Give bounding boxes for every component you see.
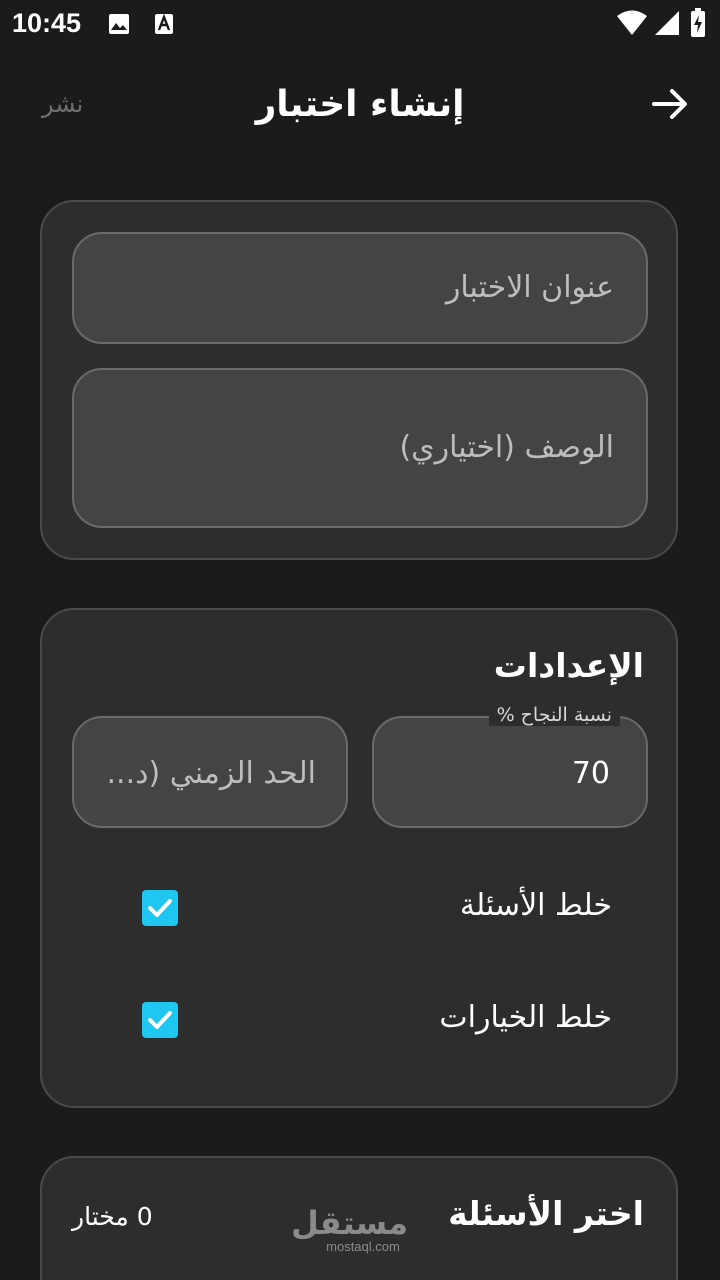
quiz-description-placeholder: الوصف (اختياري) (399, 430, 614, 465)
page-title: إنشاء اختبار (255, 84, 465, 125)
pass-rate-input[interactable]: نسبة النجاح % 70 (372, 704, 648, 828)
quiz-details-card: عنوان الاختبار الوصف (اختياري) (40, 200, 678, 560)
screen: 10:45 إنشاء اختبار نشر عنوان الاختبار ال… (0, 0, 720, 1280)
settings-title: الإعدادات (493, 646, 644, 685)
questions-card: اختر الأسئلة 0 مختار مستقل mostaql.com (40, 1156, 678, 1280)
status-bar: 10:45 (0, 0, 720, 50)
battery-charging-icon (690, 8, 706, 42)
pass-rate-value: 70 (571, 756, 610, 791)
shuffle-options-checkbox[interactable] (142, 1002, 178, 1038)
shuffle-options-label: خلط الخيارات (439, 1000, 612, 1035)
shuffle-questions-checkbox[interactable] (142, 890, 178, 926)
image-notification-icon (108, 13, 130, 39)
time-limit-placeholder: الحد الزمني (د... (106, 756, 317, 791)
status-time: 10:45 (12, 8, 82, 38)
wifi-icon (616, 10, 648, 40)
pass-rate-label: نسبة النجاح % (488, 704, 620, 726)
app-bar: إنشاء اختبار نشر (0, 60, 720, 150)
time-limit-input[interactable]: الحد الزمني (د... (72, 716, 348, 828)
font-notification-icon (154, 13, 174, 39)
shuffle-questions-label: خلط الأسئلة (459, 888, 612, 923)
quiz-description-input[interactable]: الوصف (اختياري) (72, 368, 648, 528)
watermark-latin: mostaql.com (326, 1239, 400, 1254)
settings-card: الإعدادات نسبة النجاح % 70 الحد الزمني (… (40, 608, 678, 1108)
watermark-arabic: مستقل (290, 1204, 408, 1242)
check-icon (148, 1011, 172, 1029)
publish-button[interactable]: نشر (42, 90, 83, 118)
quiz-title-placeholder: عنوان الاختبار (445, 270, 614, 305)
selected-count: 0 مختار (72, 1202, 153, 1231)
check-icon (148, 899, 172, 917)
questions-title: اختر الأسئلة (448, 1194, 644, 1233)
quiz-title-input[interactable]: عنوان الاختبار (72, 232, 648, 344)
cellular-signal-icon (654, 10, 680, 40)
watermark-logo: مستقل mostaql.com (290, 1204, 408, 1254)
